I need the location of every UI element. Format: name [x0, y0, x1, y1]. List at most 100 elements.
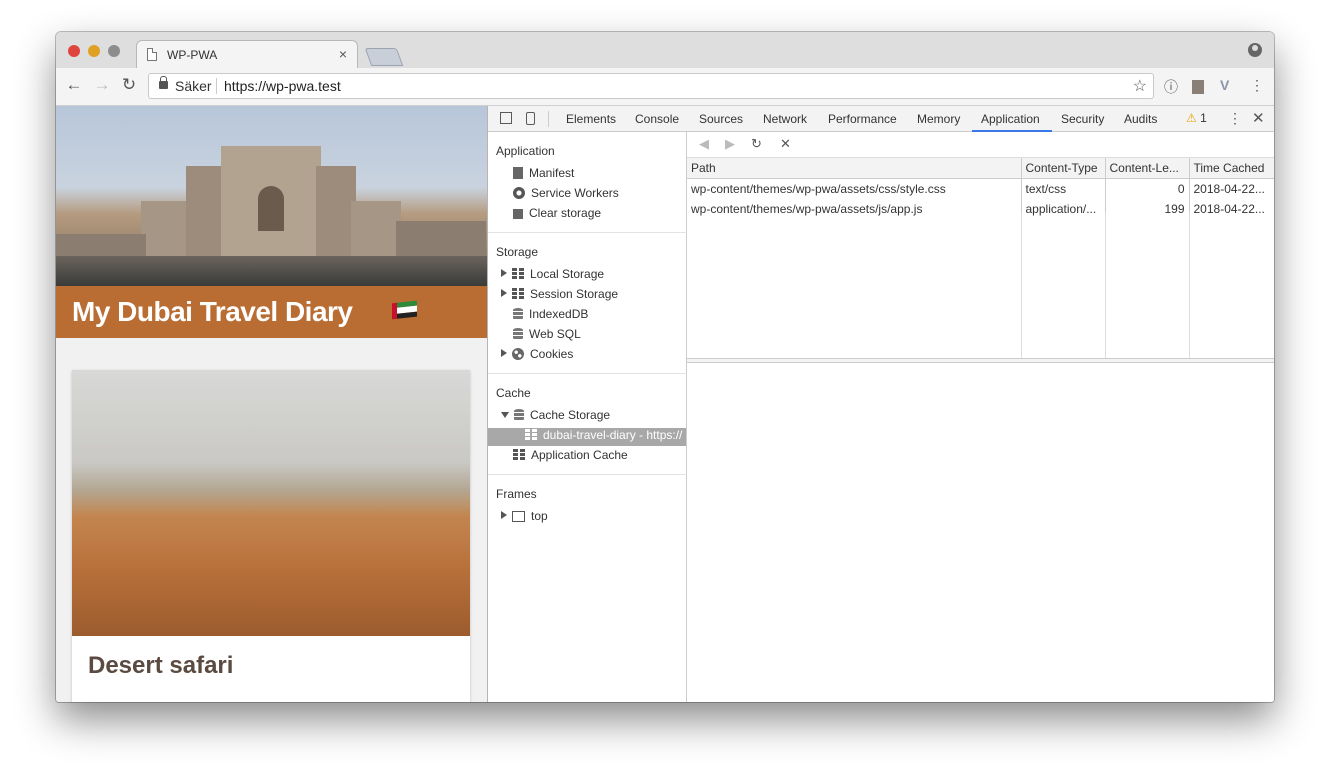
maximize-window-button[interactable]	[108, 45, 120, 57]
table-row[interactable]: wp-content/themes/wp-pwa/assets/css/styl…	[687, 178, 1274, 199]
tab-application[interactable]: Application	[981, 112, 1040, 126]
warning-badge[interactable]: ⚠ 1	[1186, 111, 1207, 125]
close-devtools-icon[interactable]: ✕	[1252, 109, 1265, 127]
delete-entry-icon[interactable]: ✕	[780, 136, 791, 152]
post-image	[72, 370, 470, 636]
manifest-icon	[513, 167, 523, 179]
cell-time-cached: 2018-04-22...	[1188, 178, 1274, 199]
sidebar-item-session-storage[interactable]: Session Storage	[501, 287, 618, 301]
tab-memory[interactable]: Memory	[917, 112, 960, 126]
cell-path: wp-content/themes/wp-pwa/assets/js/app.j…	[687, 199, 1022, 219]
sidebar-item-cookies[interactable]: Cookies	[501, 347, 573, 361]
column-path[interactable]: Path	[687, 158, 1022, 179]
warning-count: 1	[1200, 111, 1207, 125]
sidebar-item-web-sql[interactable]: Web SQL	[513, 327, 581, 341]
lock-icon	[159, 76, 168, 89]
table-icon	[513, 449, 525, 461]
device-toolbar-icon[interactable]	[526, 112, 535, 125]
tab-performance[interactable]: Performance	[828, 112, 897, 126]
cache-viewer: ◀ ▶ ↻ ✕ Path Content-Type Content-Le... …	[687, 132, 1274, 702]
expand-arrow-icon[interactable]	[501, 349, 507, 357]
cookie-icon	[512, 348, 524, 360]
collapse-arrow-icon[interactable]	[501, 412, 509, 418]
close-window-button[interactable]	[68, 45, 80, 57]
browser-window: WP-PWA × ← → ↻ Säker https://wp-pwa.test…	[56, 32, 1274, 702]
inspect-element-icon[interactable]	[500, 112, 512, 124]
info-extension-icon[interactable]: ⓘ	[1164, 77, 1178, 97]
cell-time-cached: 2018-04-22...	[1188, 199, 1274, 219]
database-icon	[513, 308, 523, 320]
sidebar-item-clear-storage[interactable]: Clear storage	[513, 206, 601, 220]
section-cache: Cache	[496, 386, 531, 400]
tab-console[interactable]: Console	[635, 112, 679, 126]
cell-content-length: 0	[1104, 178, 1190, 199]
expand-arrow-icon[interactable]	[501, 289, 507, 297]
forward-button[interactable]: →	[92, 75, 112, 95]
gear-icon	[513, 187, 525, 199]
tab-sources[interactable]: Sources	[699, 112, 743, 126]
expand-arrow-icon[interactable]	[501, 511, 507, 519]
post-title[interactable]: Desert safari	[88, 652, 233, 680]
database-icon	[513, 328, 523, 340]
sidebar-item-indexeddb[interactable]: IndexedDB	[513, 307, 588, 321]
cell-content-type: text/css	[1020, 178, 1106, 199]
tab-strip: WP-PWA ×	[56, 32, 1274, 68]
section-application: Application	[496, 144, 555, 158]
tab-security[interactable]: Security	[1061, 112, 1104, 126]
refresh-icon[interactable]: ↻	[751, 136, 762, 152]
cache-toolbar: ◀ ▶ ↻ ✕	[687, 132, 1274, 158]
back-button[interactable]: ←	[64, 75, 84, 95]
devtools-panel: Elements Console Sources Network Perform…	[487, 106, 1274, 702]
new-tab-button[interactable]	[364, 48, 404, 66]
omnibox-separator	[216, 78, 217, 94]
profile-icon[interactable]	[1248, 43, 1262, 57]
url-text[interactable]: https://wp-pwa.test	[224, 78, 341, 94]
post-card[interactable]: Desert safari	[72, 370, 470, 702]
browser-menu-icon[interactable]: ⋮	[1250, 77, 1264, 94]
site-title[interactable]: My Dubai Travel Diary	[72, 296, 353, 328]
hero-arch	[258, 186, 284, 231]
column-time-cached[interactable]: Time Cached	[1188, 158, 1274, 179]
address-bar[interactable]: Säker https://wp-pwa.test ☆	[148, 73, 1154, 99]
tab-elements[interactable]: Elements	[566, 112, 616, 126]
database-icon	[514, 409, 524, 421]
tab-audits[interactable]: Audits	[1124, 112, 1157, 126]
sidebar-item-manifest[interactable]: Manifest	[513, 166, 574, 180]
sidebar-item-application-cache[interactable]: Application Cache	[513, 448, 628, 462]
section-frames: Frames	[496, 487, 537, 501]
table-header-row: Path Content-Type Content-Le... Time Cac…	[687, 158, 1274, 179]
vue-extension-icon[interactable]: V	[1220, 77, 1229, 93]
column-divider	[1105, 212, 1106, 358]
tab-network[interactable]: Network	[763, 112, 807, 126]
cell-content-length: 199	[1104, 199, 1190, 219]
browser-tab[interactable]: WP-PWA ×	[136, 40, 358, 68]
tab-title: WP-PWA	[167, 48, 218, 62]
previous-page-icon[interactable]: ◀	[699, 136, 709, 152]
uae-flag-icon	[392, 300, 417, 320]
devtools-menu-icon[interactable]: ⋮	[1228, 110, 1242, 127]
table-icon	[512, 288, 524, 300]
column-content-type[interactable]: Content-Type	[1020, 158, 1106, 179]
preview-splitter[interactable]	[687, 358, 1274, 363]
expand-arrow-icon[interactable]	[501, 269, 507, 277]
section-storage: Storage	[496, 245, 539, 259]
extension-icon[interactable]	[1192, 80, 1204, 94]
cache-table: Path Content-Type Content-Le... Time Cac…	[687, 158, 1274, 219]
sidebar-item-local-storage[interactable]: Local Storage	[501, 267, 604, 281]
table-row[interactable]: wp-content/themes/wp-pwa/assets/js/app.j…	[687, 199, 1274, 219]
site-header: My Dubai Travel Diary	[56, 286, 487, 338]
sidebar-item-cache-storage[interactable]: Cache Storage	[501, 408, 610, 422]
page-viewport: My Dubai Travel Diary Desert safari	[56, 106, 487, 702]
sidebar-item-dubai-travel-diary-cache[interactable]: dubai-travel-diary - https://	[525, 428, 682, 442]
trash-icon	[513, 207, 523, 219]
next-page-icon[interactable]: ▶	[725, 136, 735, 152]
sidebar-item-top-frame[interactable]: top	[501, 509, 548, 523]
page-icon	[147, 48, 157, 61]
sidebar-item-service-workers[interactable]: Service Workers	[513, 186, 619, 200]
column-content-length[interactable]: Content-Le...	[1104, 158, 1190, 179]
bookmark-star-icon[interactable]: ☆	[1133, 76, 1147, 96]
close-tab-icon[interactable]: ×	[339, 46, 347, 62]
minimize-window-button[interactable]	[88, 45, 100, 57]
reload-button[interactable]: ↻	[119, 75, 139, 95]
table-icon	[512, 268, 524, 280]
